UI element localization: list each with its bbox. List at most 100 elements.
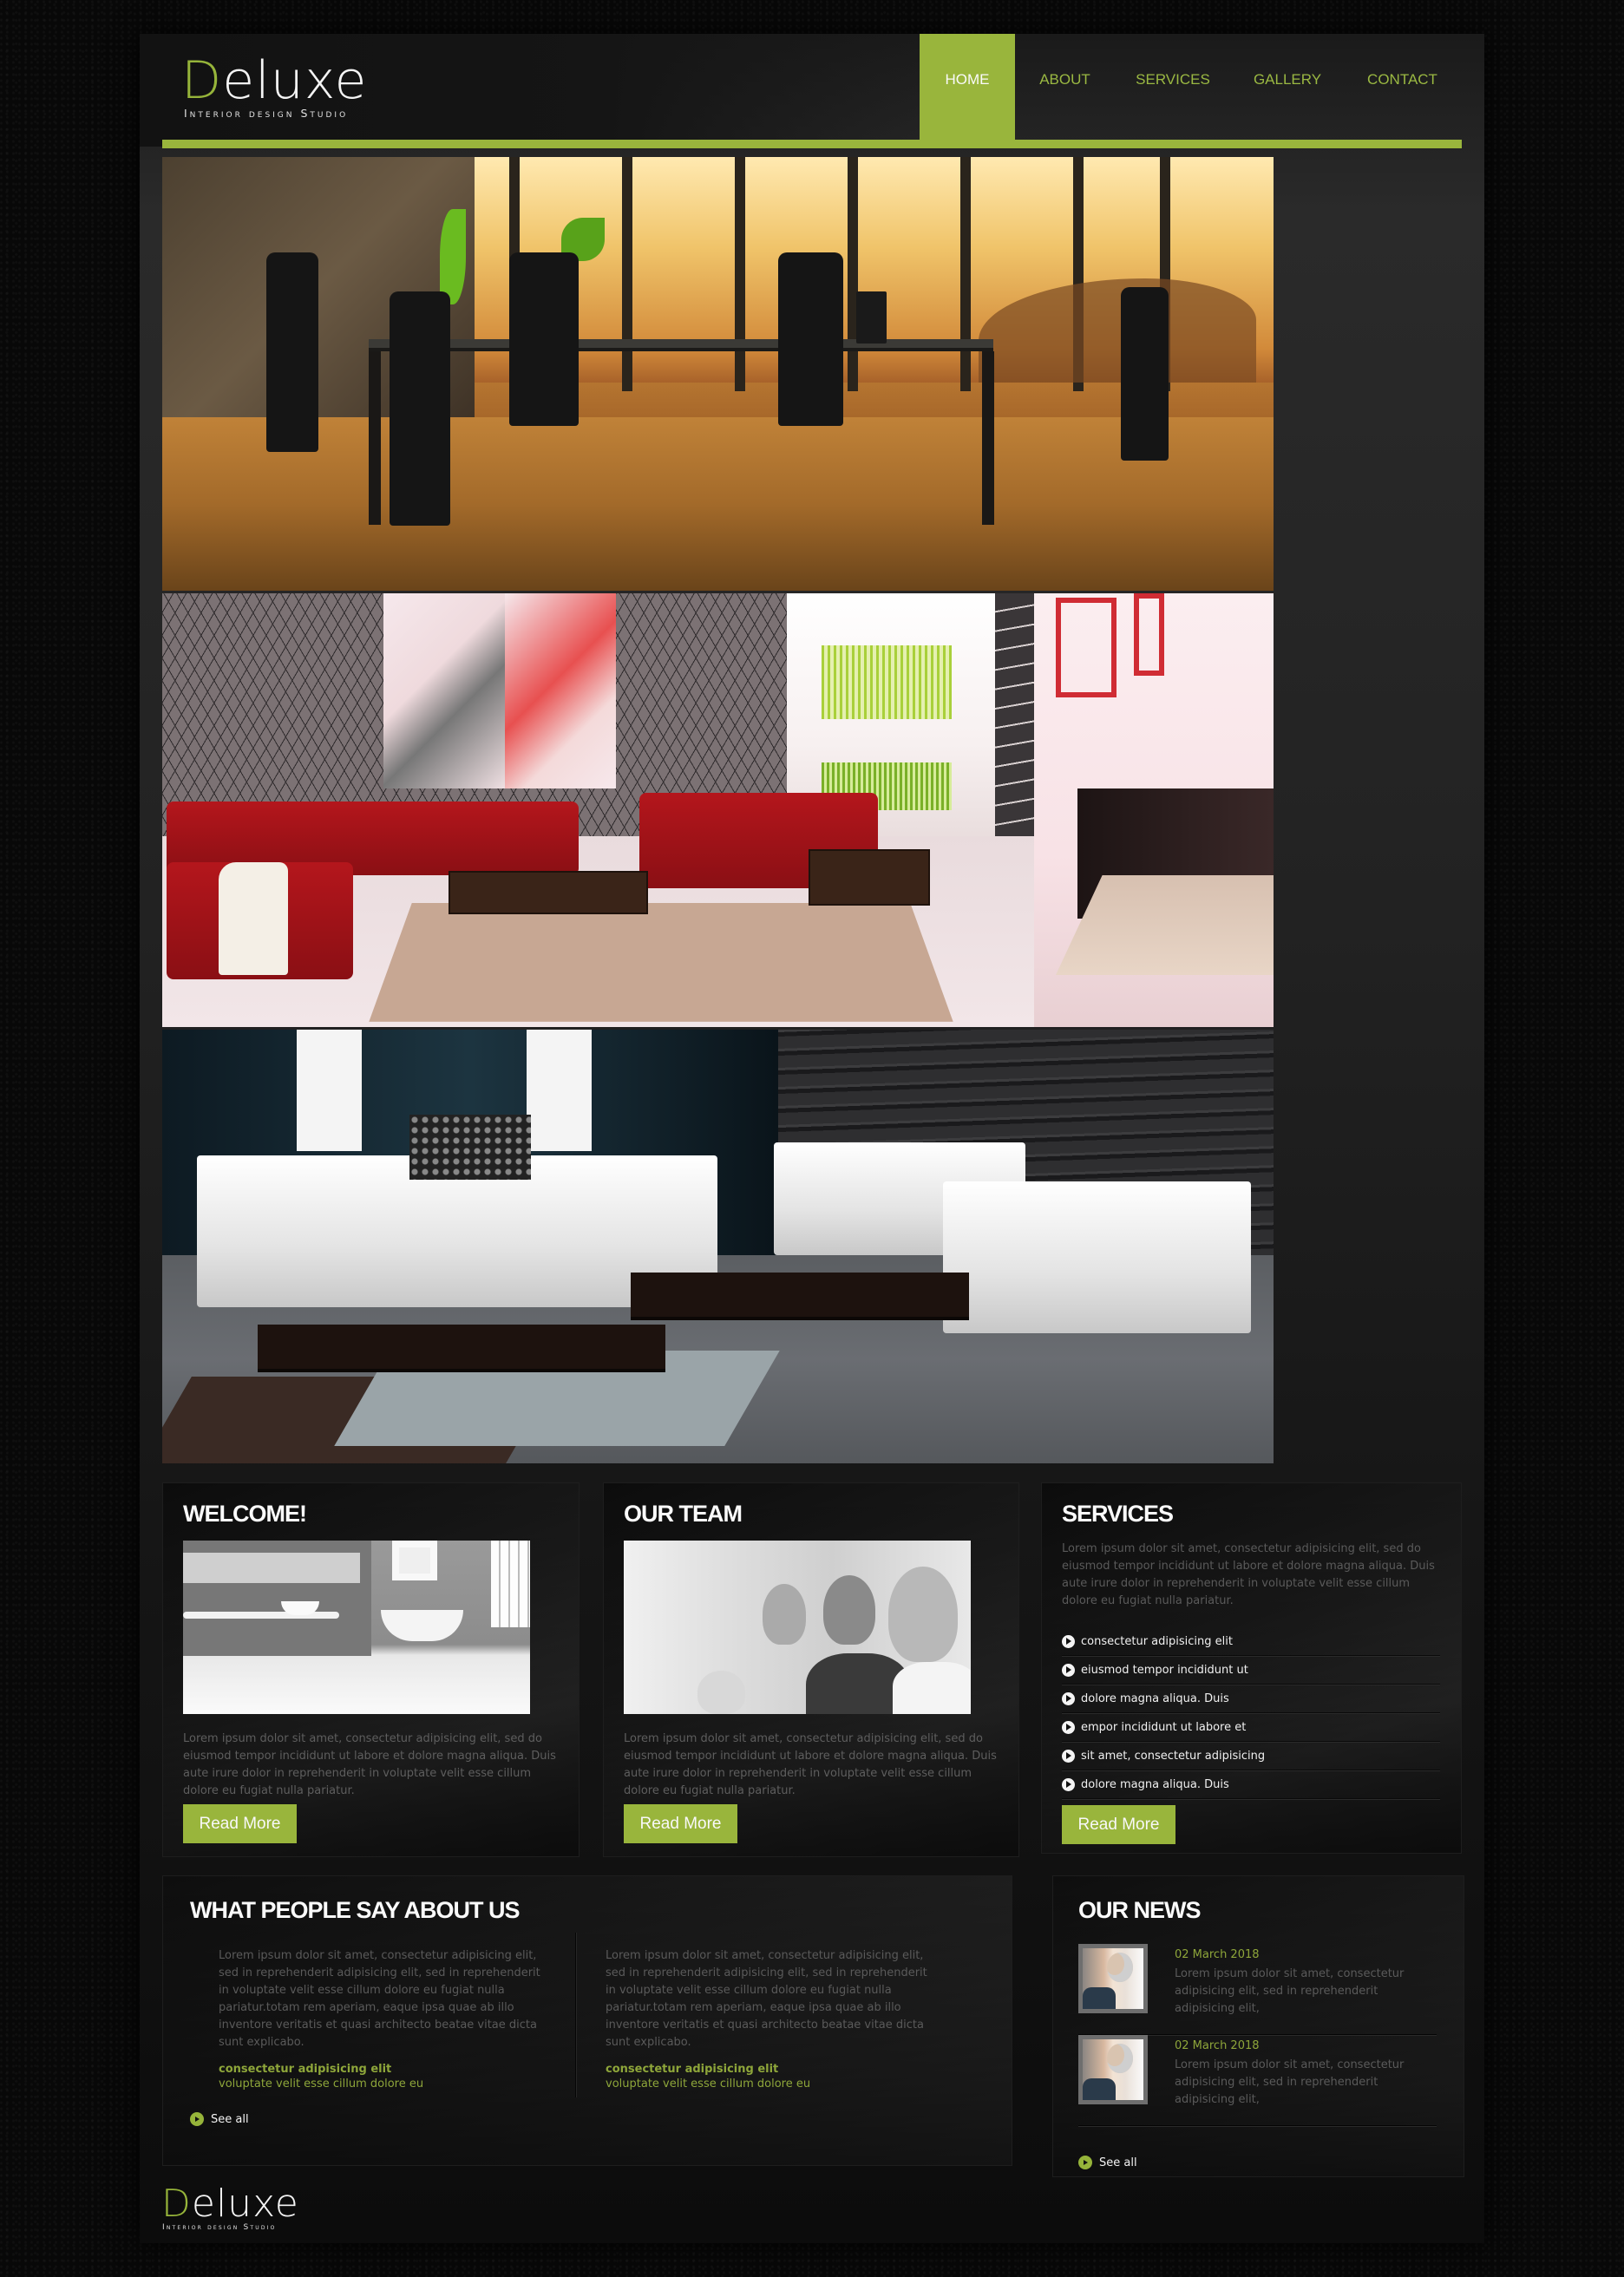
news-thumbnail[interactable] — [1078, 2035, 1148, 2104]
scene-frame — [1134, 593, 1164, 676]
services-list-item[interactable]: eiusmod tempor incididunt ut — [1062, 1656, 1440, 1685]
testimonial: Lorem ipsum dolor sit amet, consectetur … — [219, 1947, 548, 2091]
nav-contact[interactable]: CONTACT — [1344, 34, 1461, 140]
services-list-item[interactable]: sit amet, consectetur adipisicing — [1062, 1742, 1440, 1770]
scene-rug — [369, 903, 953, 1022]
scene-art — [383, 593, 509, 788]
nav-home[interactable]: HOME — [920, 34, 1015, 140]
testimonial-divider — [575, 1933, 576, 2097]
scene-side-table — [809, 849, 930, 906]
nav-gallery[interactable]: GALLERY — [1231, 34, 1344, 140]
scene-frame — [1056, 598, 1116, 697]
scene-laptop — [856, 291, 887, 344]
scene-chair — [1121, 287, 1169, 461]
logo-first-letter: D — [181, 50, 223, 111]
see-all-label: See all — [1099, 2156, 1137, 2169]
scene-grass — [822, 645, 952, 719]
nav-about[interactable]: ABOUT — [1015, 34, 1115, 140]
play-circle-icon — [1062, 1749, 1075, 1763]
news-item[interactable]: 02 March 2018 Lorem ipsum dolor sit amet… — [1078, 1944, 1437, 2035]
scene-face — [763, 1584, 806, 1645]
testimonials-section: WHAT PEOPLE SAY ABOUT US Lorem ipsum dol… — [162, 1875, 1012, 2166]
scene-floor — [162, 417, 1274, 591]
scene-hands — [697, 1671, 745, 1714]
scene-window — [491, 1541, 530, 1627]
services-read-more-button[interactable]: Read More — [1062, 1805, 1175, 1844]
footer-logo-first-letter: D — [161, 2182, 192, 2226]
page-container: Deluxe Interior design Studio HOME ABOUT… — [140, 34, 1484, 2243]
logo-rest: eluxe — [222, 50, 368, 111]
welcome-image — [183, 1541, 530, 1714]
team-box: OUR TEAM Lorem ipsum dolor sit amet, con… — [603, 1482, 1019, 1857]
testimonial-author: consectetur adipisicing elit — [606, 2063, 779, 2076]
services-list-item[interactable]: dolore magna aliqua. Duis — [1062, 1685, 1440, 1713]
scene-tub — [381, 1610, 463, 1641]
news-see-all-link[interactable]: See all — [1078, 2156, 1489, 2169]
news-date: 02 March 2018 — [1175, 1948, 1260, 1961]
welcome-read-more-button[interactable]: Read More — [183, 1804, 297, 1843]
news-thumbnail[interactable] — [1078, 1944, 1148, 2013]
scene-mullion — [622, 157, 632, 391]
nav-services[interactable]: SERVICES — [1115, 34, 1231, 140]
news-item[interactable]: 02 March 2018 Lorem ipsum dolor sit amet… — [1078, 2035, 1437, 2126]
scene-mullion — [735, 157, 745, 391]
footer-logo-rest: eluxe — [191, 2182, 299, 2226]
scene-armchair — [943, 1181, 1251, 1333]
services-list-label: dolore magna aliqua. Duis — [1081, 1691, 1229, 1705]
team-image — [624, 1541, 971, 1714]
news-thumbnail-image — [1083, 2039, 1143, 2100]
logo[interactable]: Deluxe Interior design Studio — [181, 53, 367, 120]
scene-face — [888, 1567, 958, 1662]
scene-chair — [266, 252, 318, 452]
scene-wall-stripe — [297, 1030, 362, 1151]
welcome-text: Lorem ipsum dolor sit amet, consectetur … — [183, 1732, 556, 1797]
scene-frame — [392, 1541, 437, 1580]
news-text: Lorem ipsum dolor sit amet, consectetur … — [1175, 2058, 1405, 2106]
news-section: OUR NEWS 02 March 2018 Lorem ipsum dolor… — [1052, 1875, 1464, 2177]
see-all-label: See all — [211, 2112, 249, 2126]
scene-mullion — [960, 157, 971, 391]
news-date: 02 March 2018 — [1175, 2039, 1260, 2052]
team-read-more-button[interactable]: Read More — [624, 1804, 737, 1843]
news-title: OUR NEWS — [1078, 1897, 1202, 1923]
play-circle-icon — [1062, 1691, 1075, 1705]
scene-person — [893, 1662, 971, 1714]
header-divider — [162, 140, 1462, 148]
scene-chair — [390, 291, 450, 526]
scene-pillow — [409, 1115, 531, 1180]
services-list-item[interactable]: dolore magna aliqua. Duis — [1062, 1770, 1440, 1799]
play-circle-icon — [1062, 1720, 1075, 1734]
play-circle-icon — [1078, 2156, 1092, 2169]
services-list: consectetur adipisicing elit eiusmod tem… — [1062, 1627, 1440, 1799]
gallery-image-office[interactable] — [162, 157, 1274, 591]
services-list-item[interactable]: consectetur adipisicing elit — [1062, 1627, 1440, 1656]
gallery-image-living-white[interactable] — [162, 1030, 1274, 1463]
testimonial: Lorem ipsum dolor sit amet, consectetur … — [606, 1947, 935, 2091]
testimonials-see-all-link[interactable]: See all — [190, 2112, 249, 2126]
play-circle-icon — [1062, 1634, 1075, 1648]
services-list-label: dolore magna aliqua. Duis — [1081, 1777, 1229, 1791]
news-text: Lorem ipsum dolor sit amet, consectetur … — [1175, 1967, 1405, 2015]
scene-chair — [778, 252, 843, 426]
testimonials-title: WHAT PEOPLE SAY ABOUT US — [190, 1897, 521, 1923]
footer-logo[interactable]: Deluxe Interior design Studio — [161, 2183, 299, 2233]
services-list-label: empor incididunt ut labore et — [1081, 1720, 1247, 1734]
testimonial-role: voluptate velit esse cillum dolore eu — [606, 2077, 811, 2091]
scene-coffee-table — [258, 1325, 665, 1372]
footer-logo-wordmark: Deluxe — [161, 2183, 299, 2225]
services-list-item[interactable]: empor incididunt ut labore et — [1062, 1713, 1440, 1742]
scene-chair — [509, 252, 579, 426]
scene-throw — [219, 862, 288, 975]
services-list-label: consectetur adipisicing elit — [1081, 1634, 1233, 1648]
gallery-image-living-red[interactable] — [162, 593, 1274, 1027]
scene-table — [369, 339, 993, 351]
testimonial-text: Lorem ipsum dolor sit amet, consectetur … — [606, 1949, 927, 2049]
main-nav: HOME ABOUT SERVICES GALLERY CONTACT — [920, 34, 1461, 140]
scene-mullion — [848, 157, 858, 391]
team-title: OUR TEAM — [624, 1501, 743, 1527]
services-text: Lorem ipsum dolor sit amet, consectetur … — [1062, 1542, 1435, 1607]
services-box: SERVICES Lorem ipsum dolor sit amet, con… — [1041, 1482, 1462, 1854]
testimonial-role: voluptate velit esse cillum dolore eu — [219, 2077, 424, 2091]
scene-mirror — [183, 1553, 360, 1583]
logo-wordmark: Deluxe — [181, 53, 367, 108]
